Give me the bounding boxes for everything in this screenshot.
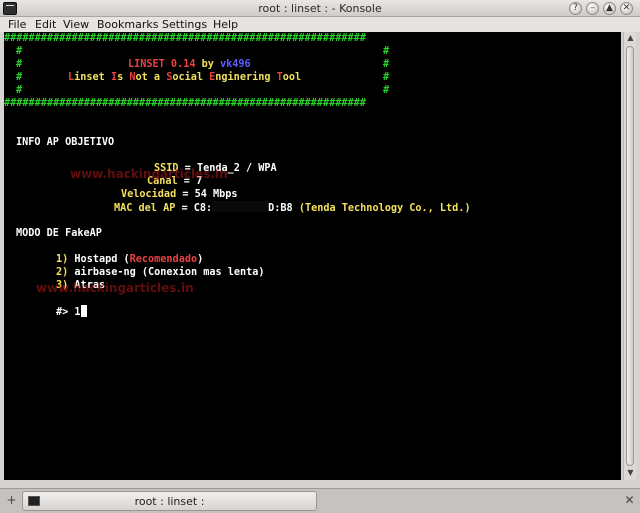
- terminal-output[interactable]: ########################################…: [4, 32, 621, 480]
- prompt-symbol: #>: [56, 307, 69, 318]
- sep: =: [175, 203, 194, 214]
- banner-hash-left: #: [16, 72, 23, 83]
- menu-settings[interactable]: Settings: [162, 18, 207, 31]
- banner-hash-left: #: [16, 46, 23, 57]
- menu-file[interactable]: File: [8, 18, 26, 31]
- banner-border-top: ########################################…: [4, 33, 366, 44]
- info-heading: INFO AP OBJETIVO: [16, 137, 115, 148]
- scroll-up-icon[interactable]: ▲: [625, 33, 636, 43]
- banner-hash-right: #: [383, 85, 390, 96]
- tab-bar: + root : linset : ✕: [0, 488, 640, 513]
- new-tab-icon[interactable]: +: [4, 493, 19, 508]
- sep: =: [176, 189, 195, 200]
- info-velocidad-row: Velocidad = 54 Mbps: [121, 188, 238, 201]
- tab-label: root : linset :: [134, 495, 205, 508]
- tag-word: inset: [74, 72, 111, 83]
- banner-by: by: [195, 59, 221, 70]
- watermark: www.hackingarticles.in: [70, 167, 228, 181]
- scroll-down-icon[interactable]: ▼: [625, 468, 636, 478]
- maximize-button[interactable]: ▲: [603, 2, 616, 15]
- tag-word: nginering: [215, 72, 277, 83]
- mac-suffix: D:B8: [268, 203, 293, 214]
- menu-bookmarks[interactable]: Bookmarks: [97, 18, 158, 31]
- mac-vendor: (Tenda Technology Co., Ltd.): [298, 203, 471, 214]
- option-number: 1): [56, 254, 69, 265]
- mode-heading: MODO DE FakeAP: [16, 228, 102, 239]
- tab-root-linset[interactable]: root : linset :: [22, 491, 317, 511]
- input-prompt[interactable]: #> 1: [56, 305, 87, 318]
- terminal-scrollbar[interactable]: ▲ ▼: [623, 32, 636, 480]
- help-button[interactable]: ?: [569, 2, 582, 15]
- banner-hash-left: #: [16, 59, 23, 70]
- banner-hash-left: #: [16, 85, 23, 96]
- window-title: root : linset : - Konsole: [258, 2, 382, 15]
- banner-hash-right: #: [383, 59, 390, 70]
- tag-word: ot a: [135, 72, 167, 83]
- tag-word: ocial: [172, 72, 210, 83]
- info-mac-row: MAC del AP = C8: D:B8 (Tenda Technology C…: [114, 201, 471, 214]
- velocidad-label: Velocidad: [121, 189, 177, 200]
- mac-prefix: C8:: [193, 203, 213, 214]
- scroll-thumb[interactable]: [626, 46, 634, 466]
- banner-border-bottom: ########################################…: [4, 98, 366, 109]
- close-tab-icon[interactable]: ✕: [622, 493, 637, 508]
- banner-hash-right: #: [383, 46, 390, 57]
- banner-name: LINSET 0.14: [128, 59, 196, 70]
- minimize-button[interactable]: –: [586, 2, 599, 15]
- banner-hash-right: #: [383, 72, 390, 83]
- velocidad-value: 54 Mbps: [194, 189, 238, 200]
- option-end: ): [197, 254, 204, 265]
- mac-label: MAC del AP: [114, 203, 176, 214]
- watermark: www.hackingarticles.in: [36, 281, 194, 295]
- menu-edit[interactable]: Edit: [35, 18, 56, 31]
- banner-author: vk496: [220, 59, 251, 70]
- window-titlebar[interactable]: root : linset : - Konsole ? – ▲ ✕: [0, 0, 640, 17]
- option-recommended: Recomendado: [129, 254, 198, 265]
- close-button[interactable]: ✕: [620, 2, 633, 15]
- banner-tagline: Linset Is Not a Social Enginering Tool: [68, 71, 301, 84]
- option-text: Hostapd (: [74, 254, 130, 265]
- tag-word: ool: [282, 72, 302, 83]
- menu-help[interactable]: Help: [213, 18, 238, 31]
- option-text: airbase-ng (Conexion mas lenta): [74, 267, 265, 278]
- menu-view[interactable]: View: [63, 18, 89, 31]
- tag-word: s: [117, 72, 130, 83]
- text-cursor: [80, 305, 87, 317]
- mode-option-2: 2) airbase-ng (Conexion mas lenta): [56, 266, 265, 279]
- mode-option-1: 1) Hostapd (Recomendado): [56, 253, 203, 266]
- menu-bar: File Edit View Bookmarks Settings Help: [0, 17, 640, 32]
- option-number: 2): [56, 267, 69, 278]
- banner-title: LINSET 0.14 by vk496: [128, 58, 251, 71]
- mac-redacted: [212, 201, 269, 212]
